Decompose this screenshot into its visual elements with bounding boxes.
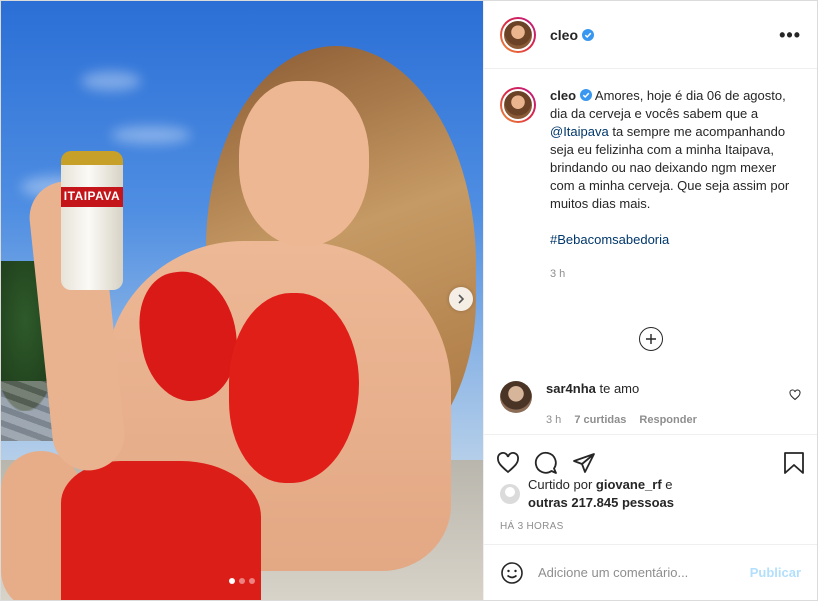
load-more-comments-button[interactable]	[639, 327, 663, 351]
verified-badge-icon	[582, 28, 595, 41]
add-comment-bar: Adicione um comentário... Publicar	[484, 544, 817, 600]
comment-input[interactable]: Adicione um comentário...	[538, 565, 750, 580]
like-button[interactable]	[496, 451, 520, 475]
post-side-panel: cleo ••• cleo Amores, hoje é dia 06 de a…	[483, 1, 817, 600]
face	[239, 81, 369, 246]
beer-can: ITAIPAVA	[61, 151, 123, 290]
mention-link[interactable]: @Itaipava	[550, 124, 609, 139]
avatar	[502, 89, 534, 121]
liker-avatar[interactable]	[500, 484, 520, 504]
comment-meta: 3 h 7 curtidas Responder	[546, 414, 707, 426]
carousel-dot	[239, 578, 245, 584]
cloud	[81, 71, 141, 91]
share-button[interactable]	[572, 451, 596, 475]
chevron-right-icon	[458, 294, 465, 304]
caption: cleo Amores, hoje é dia 06 de agosto, di…	[500, 87, 801, 283]
comment-time[interactable]: 3 h	[546, 414, 561, 426]
caption-avatar[interactable]	[500, 87, 536, 123]
reply-button[interactable]: Responder	[639, 414, 696, 426]
emoji-icon[interactable]	[500, 561, 524, 585]
verified-badge-icon	[580, 89, 593, 101]
likes-text: Curtido por giovane_rf e outras 217.845 …	[528, 476, 674, 512]
post-dialog: ITAIPAVA cleo ••• cleo Amores, hoje é di…	[0, 0, 818, 601]
comment-button[interactable]	[534, 451, 558, 475]
carousel-dot	[249, 578, 255, 584]
caption-text: cleo Amores, hoje é dia 06 de agosto, di…	[550, 87, 801, 283]
liker-username[interactable]: giovane_rf	[596, 477, 662, 492]
posted-time[interactable]: HÁ 3 HORAS	[500, 521, 564, 532]
carousel-dot	[229, 578, 235, 584]
plus-icon	[646, 334, 656, 344]
likes-summary: Curtido por giovane_rf e outras 217.845 …	[500, 476, 801, 512]
cloud	[111, 126, 191, 144]
heart-icon	[497, 451, 519, 473]
carousel-next-button[interactable]	[449, 287, 473, 311]
save-button[interactable]	[783, 451, 805, 475]
comment-avatar[interactable]	[500, 381, 532, 413]
more-options-button[interactable]: •••	[779, 25, 801, 46]
hashtag-link[interactable]: #Bebacomsabedoria	[550, 231, 801, 249]
post-header: cleo •••	[484, 1, 817, 69]
comment-body: sar4nha te amo 3 h 7 curtidas Responder	[546, 381, 707, 426]
comment-icon	[534, 451, 557, 474]
comment-like-heart-icon[interactable]	[789, 389, 801, 401]
caption-username[interactable]: cleo	[550, 88, 576, 103]
comment-item: sar4nha te amo 3 h 7 curtidas Responder	[500, 381, 801, 426]
likes-connector: e	[661, 477, 673, 492]
caption-time[interactable]: 3 h	[550, 265, 801, 283]
post-photo[interactable]: ITAIPAVA	[1, 1, 483, 600]
can-brand: ITAIPAVA	[63, 189, 121, 203]
avatar	[502, 18, 534, 51]
paper-plane-icon	[573, 452, 595, 473]
comments-area: cleo Amores, hoje é dia 06 de agosto, di…	[484, 69, 817, 434]
header-username[interactable]: cleo	[550, 27, 595, 43]
comment-text: te amo	[599, 381, 640, 396]
username-text[interactable]: cleo	[550, 27, 578, 43]
story-ring[interactable]	[500, 16, 536, 53]
likes-prefix: Curtido por	[528, 477, 596, 492]
comment-likes[interactable]: 7 curtidas	[574, 414, 626, 426]
bookmark-icon	[784, 451, 804, 474]
carousel-dots	[1, 578, 483, 584]
likes-others-link[interactable]: outras 217.845 pessoas	[528, 495, 674, 510]
publish-button[interactable]: Publicar	[750, 565, 801, 580]
comment-username[interactable]: sar4nha	[546, 381, 596, 396]
